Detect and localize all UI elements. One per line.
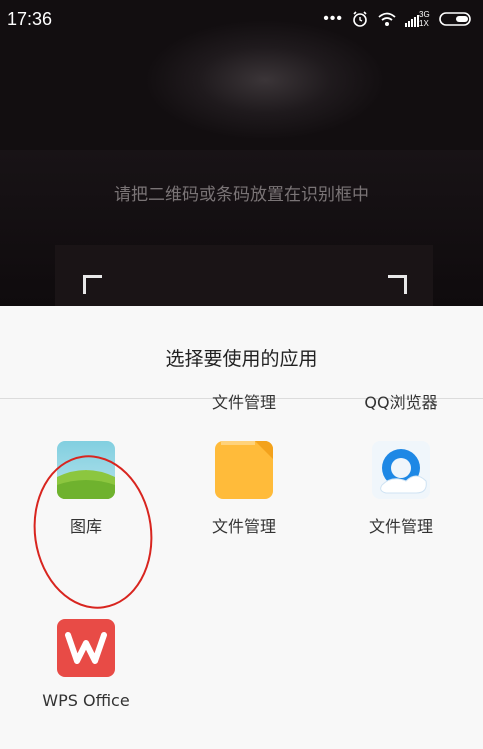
- app-label-qq-browser: 文件管理: [368, 517, 433, 536]
- app-chooser-sheet: 选择要使用的应用 图库 文件管理 文件管理 QQ浏览器 文件管理 WPS Off…: [0, 306, 483, 749]
- app-header-file-manager: 文件管理: [211, 393, 276, 412]
- status-time: 17:36: [7, 9, 53, 29]
- app-file-manager[interactable]: 文件管理 文件管理: [174, 393, 314, 537]
- status-bar: 17:36 ••• 3G 1X: [0, 0, 483, 40]
- app-wps-office[interactable]: WPS Office: [16, 619, 156, 710]
- camera-preview: 请把二维码或条码放置在识别框中 17:36 ••• 3G 1X: [0, 0, 483, 306]
- more-dots-icon: •••: [323, 10, 343, 27]
- qq-browser-icon: [372, 441, 430, 499]
- folder-icon: [215, 441, 273, 499]
- wps-icon: [57, 619, 115, 677]
- network-type: 3G: [419, 10, 430, 19]
- app-qq-browser[interactable]: QQ浏览器 文件管理: [331, 393, 471, 537]
- app-label-file-manager: 文件管理: [211, 517, 276, 536]
- alarm-icon: [353, 11, 367, 27]
- scan-frame-area: [55, 245, 433, 306]
- scan-frame-corner-top-left: [83, 275, 102, 294]
- chooser-title: 选择要使用的应用: [165, 348, 318, 370]
- app-header-qq-browser: QQ浏览器: [364, 393, 438, 412]
- status-icons: ••• 3G 1X: [323, 8, 473, 30]
- wifi-icon: [378, 12, 396, 26]
- scan-frame-corner-top-right: [388, 275, 407, 294]
- network-subtype: 1X: [419, 19, 429, 28]
- battery-icon: [439, 12, 471, 26]
- scan-hint: 请把二维码或条码放置在识别框中: [114, 185, 369, 205]
- signal-icon: 3G 1X: [405, 10, 431, 28]
- app-label-wps-office: WPS Office: [42, 691, 130, 710]
